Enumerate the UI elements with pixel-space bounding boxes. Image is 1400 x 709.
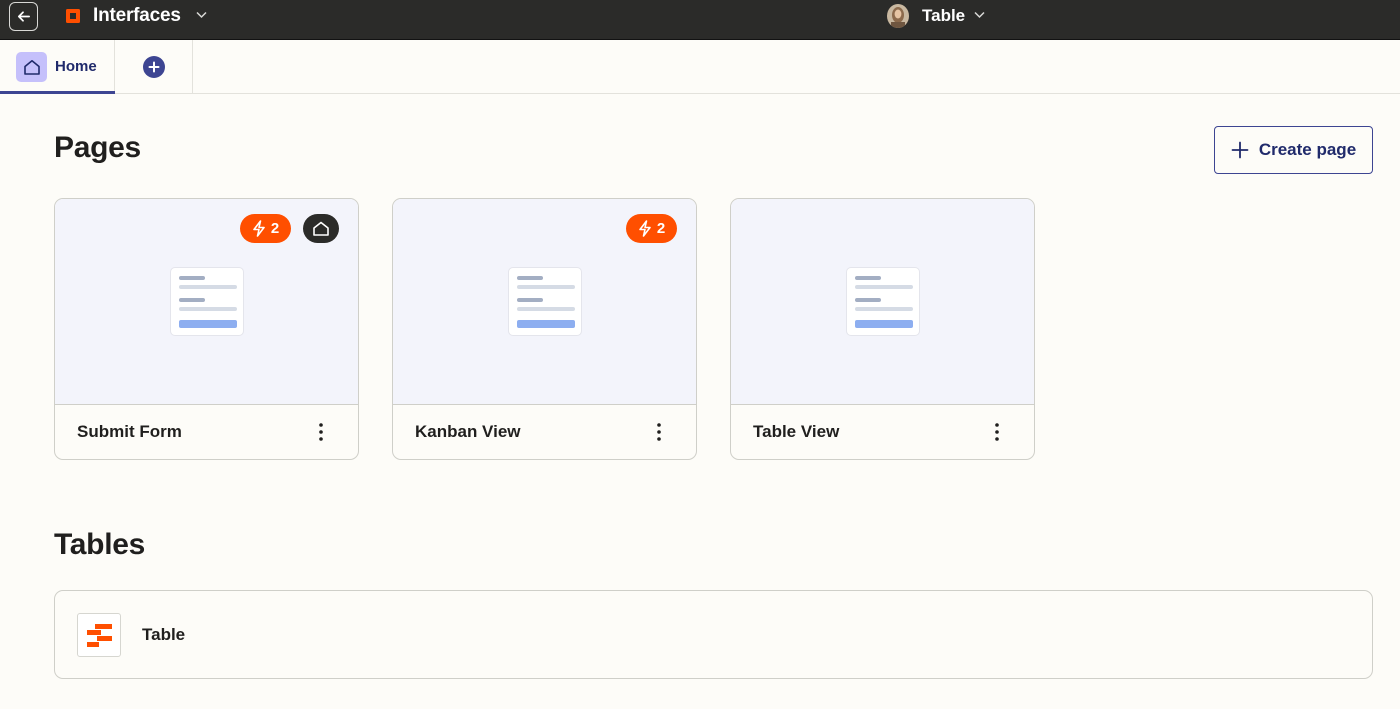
page-card[interactable]: 2 Submit Form bbox=[54, 198, 359, 460]
home-page-badge bbox=[303, 214, 339, 243]
more-options-icon[interactable] bbox=[649, 419, 669, 445]
page-preview bbox=[731, 199, 1034, 405]
document-thumbnail-icon bbox=[508, 267, 582, 336]
document-thumbnail-icon bbox=[846, 267, 920, 336]
table-icon bbox=[77, 613, 121, 657]
active-tab-indicator bbox=[0, 91, 115, 94]
interfaces-logo-icon bbox=[66, 9, 80, 23]
pages-heading: Pages bbox=[54, 131, 141, 164]
automation-badge[interactable]: 2 bbox=[626, 214, 677, 243]
automation-count: 2 bbox=[270, 220, 280, 237]
automation-badge[interactable]: 2 bbox=[240, 214, 291, 243]
back-button[interactable] bbox=[9, 2, 38, 31]
page-preview: 2 bbox=[55, 199, 358, 405]
page-card-title: Submit Form bbox=[77, 422, 182, 441]
add-tab-button[interactable] bbox=[115, 40, 193, 94]
page-card-title: Kanban View bbox=[415, 422, 521, 441]
page-card[interactable]: Table View bbox=[730, 198, 1035, 460]
page-preview: 2 bbox=[393, 199, 696, 405]
document-thumbnail-icon bbox=[170, 267, 244, 336]
table-name: Table bbox=[142, 625, 186, 644]
top-bar: Interfaces Table bbox=[0, 0, 1400, 40]
lightning-icon bbox=[639, 220, 651, 237]
page-card[interactable]: 2 Kanban View bbox=[392, 198, 697, 460]
more-options-icon[interactable] bbox=[311, 419, 331, 445]
table-list-item[interactable]: Table bbox=[54, 590, 1373, 679]
app-title[interactable]: Interfaces bbox=[93, 5, 181, 27]
automation-count: 2 bbox=[656, 220, 666, 237]
tables-heading: Tables bbox=[54, 528, 146, 561]
page-card-title: Table View bbox=[753, 422, 840, 441]
home-tile bbox=[16, 52, 47, 82]
home-icon bbox=[23, 60, 40, 75]
arrow-left-icon bbox=[17, 11, 30, 22]
plus-circle-icon bbox=[142, 56, 165, 78]
tab-home[interactable]: Home bbox=[0, 40, 115, 94]
create-page-label: Create page bbox=[1258, 140, 1357, 159]
chevron-down-icon[interactable] bbox=[974, 11, 985, 19]
home-icon bbox=[313, 221, 329, 236]
create-page-button[interactable]: Create page bbox=[1214, 126, 1373, 174]
plus-icon bbox=[1231, 141, 1249, 159]
avatar[interactable] bbox=[887, 4, 909, 28]
chevron-down-icon[interactable] bbox=[196, 11, 207, 19]
tab-bar: Home bbox=[0, 40, 1400, 94]
lightning-icon bbox=[253, 220, 265, 237]
tab-home-label: Home bbox=[55, 58, 97, 75]
table-switcher[interactable]: Table bbox=[922, 6, 965, 26]
more-options-icon[interactable] bbox=[987, 419, 1007, 445]
